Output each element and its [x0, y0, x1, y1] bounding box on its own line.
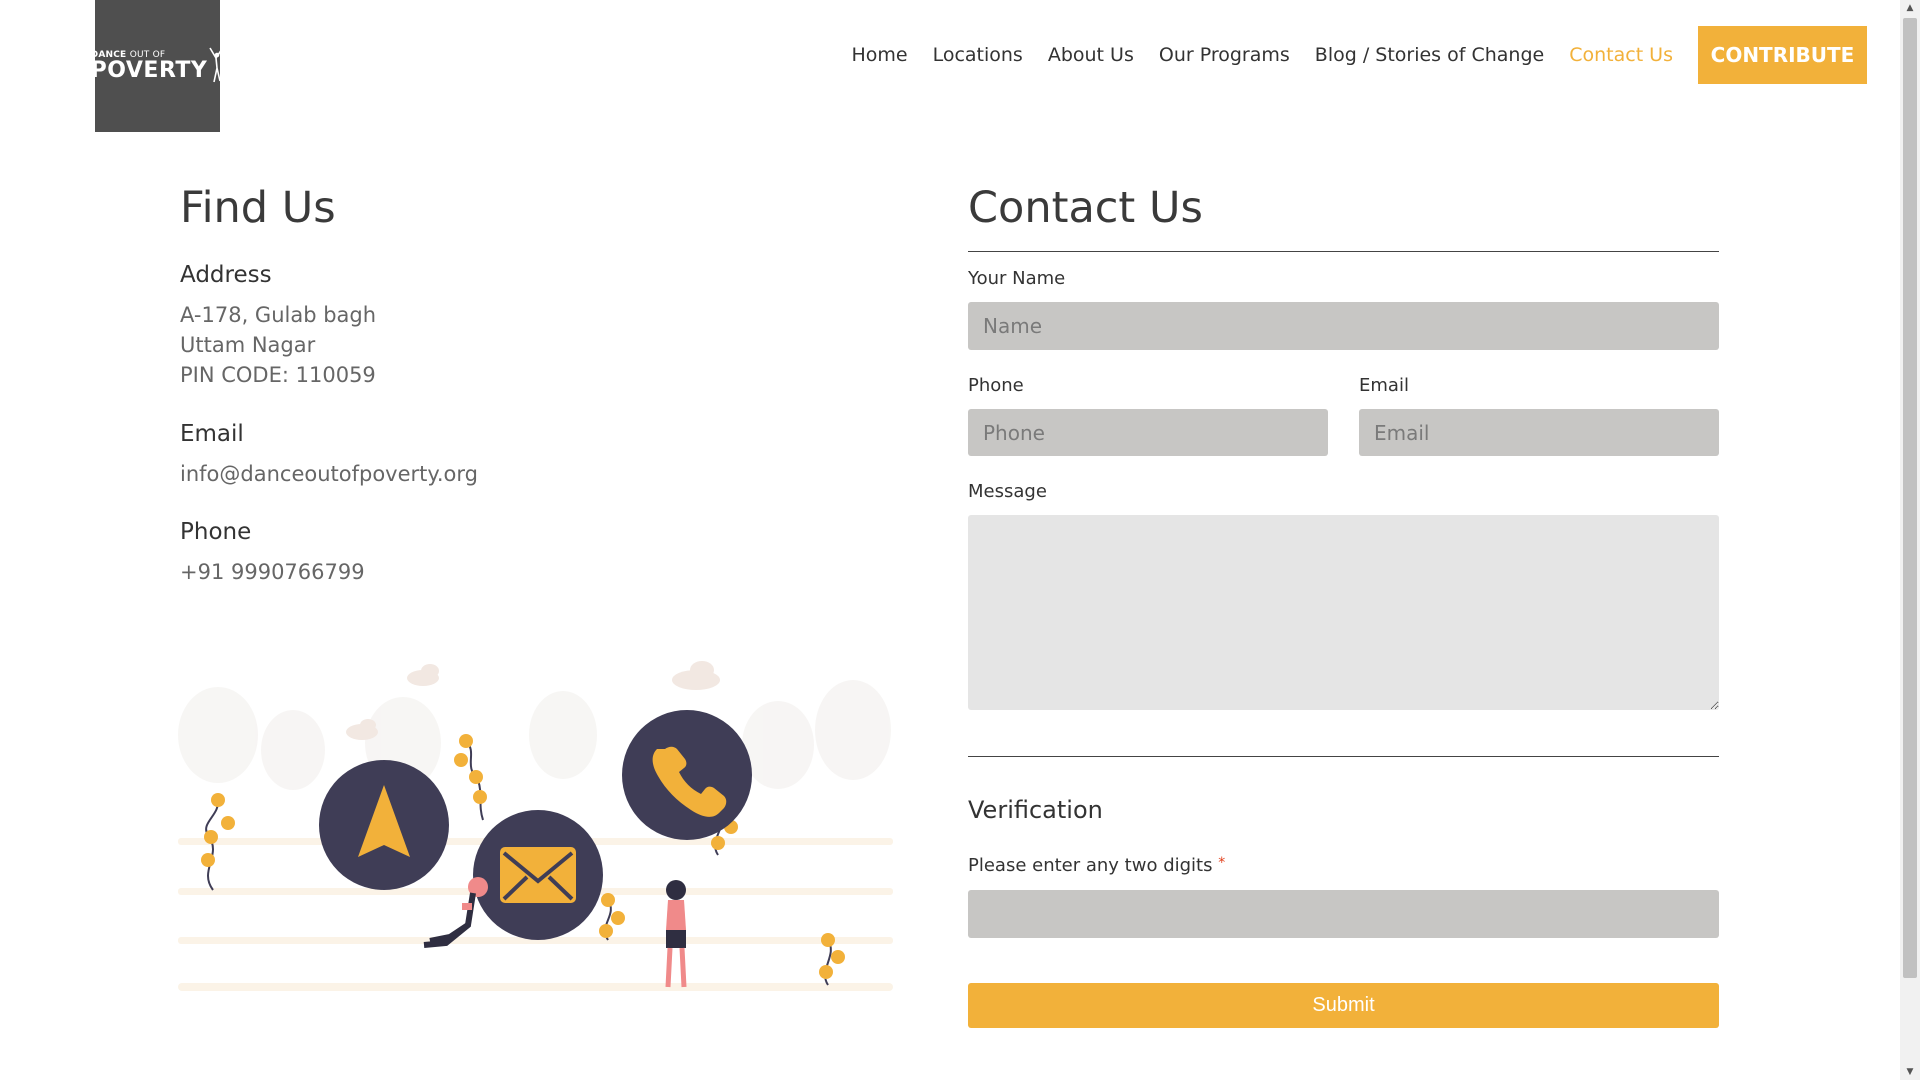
- phone-label: Phone: [180, 519, 252, 545]
- phone-number[interactable]: +91 9990766799: [180, 557, 365, 587]
- nav-about-us[interactable]: About Us: [1048, 44, 1134, 66]
- verification-label-text: Please enter any two digits: [968, 855, 1213, 876]
- logo-line2: POVERTY: [90, 57, 208, 83]
- contribute-button[interactable]: CONTRIBUTE: [1698, 26, 1867, 84]
- submit-button[interactable]: Submit: [968, 983, 1719, 1028]
- nav-home[interactable]: Home: [851, 44, 907, 66]
- scroll-thumb[interactable]: [1903, 18, 1917, 978]
- standing-person: [665, 880, 687, 988]
- background-trees: [178, 680, 891, 790]
- contact-us-heading: Contact Us: [968, 183, 1203, 233]
- address-label: Address: [180, 262, 272, 288]
- dancer-logo-icon: [209, 47, 224, 83]
- divider-top: [968, 251, 1719, 252]
- location-arrow-icon: [319, 760, 449, 890]
- contact-illustration: [178, 661, 893, 991]
- address-block: A-178, Gulab bagh Uttam Nagar PIN CODE: …: [180, 300, 376, 390]
- phone-input[interactable]: [968, 409, 1328, 456]
- verification-label: Please enter any two digits *: [968, 855, 1225, 876]
- envelope-icon: [473, 810, 603, 940]
- email-field-label: Email: [1359, 375, 1409, 396]
- site-logo[interactable]: DANCE OUT OF POVERTY: [91, 0, 224, 132]
- logo-wordmark: DANCE OUT OF POVERTY: [90, 50, 208, 83]
- verification-heading: Verification: [968, 796, 1103, 824]
- nav-our-programs[interactable]: Our Programs: [1159, 44, 1290, 66]
- name-label: Your Name: [968, 268, 1066, 289]
- verification-input[interactable]: [968, 890, 1719, 938]
- phone-icon: [622, 710, 752, 840]
- scroll-up-arrow-icon[interactable]: ▲: [1900, 0, 1920, 16]
- message-label: Message: [968, 481, 1047, 502]
- name-input[interactable]: [968, 302, 1719, 350]
- nav-contact-us[interactable]: Contact Us: [1569, 44, 1673, 66]
- message-textarea[interactable]: [968, 515, 1719, 710]
- page-scrollbar[interactable]: ▲ ▼: [1900, 0, 1920, 1080]
- email-label: Email: [180, 421, 244, 447]
- main-navigation: Home Locations About Us Our Programs Blo…: [826, 26, 1867, 84]
- divider-bottom: [968, 756, 1719, 757]
- find-us-heading: Find Us: [180, 183, 336, 233]
- sitting-person: [423, 877, 488, 948]
- address-line: PIN CODE: 110059: [180, 363, 376, 387]
- address-line: Uttam Nagar: [180, 333, 316, 357]
- nav-locations[interactable]: Locations: [933, 44, 1023, 66]
- email-input[interactable]: [1359, 409, 1719, 456]
- scroll-down-arrow-icon[interactable]: ▼: [1900, 1064, 1920, 1080]
- nav-blog[interactable]: Blog / Stories of Change: [1315, 44, 1544, 66]
- phone-field-label: Phone: [968, 375, 1024, 396]
- address-line: A-178, Gulab bagh: [180, 303, 377, 327]
- required-asterisk: *: [1218, 855, 1226, 871]
- email-address[interactable]: info@danceoutofpoverty.org: [180, 459, 478, 489]
